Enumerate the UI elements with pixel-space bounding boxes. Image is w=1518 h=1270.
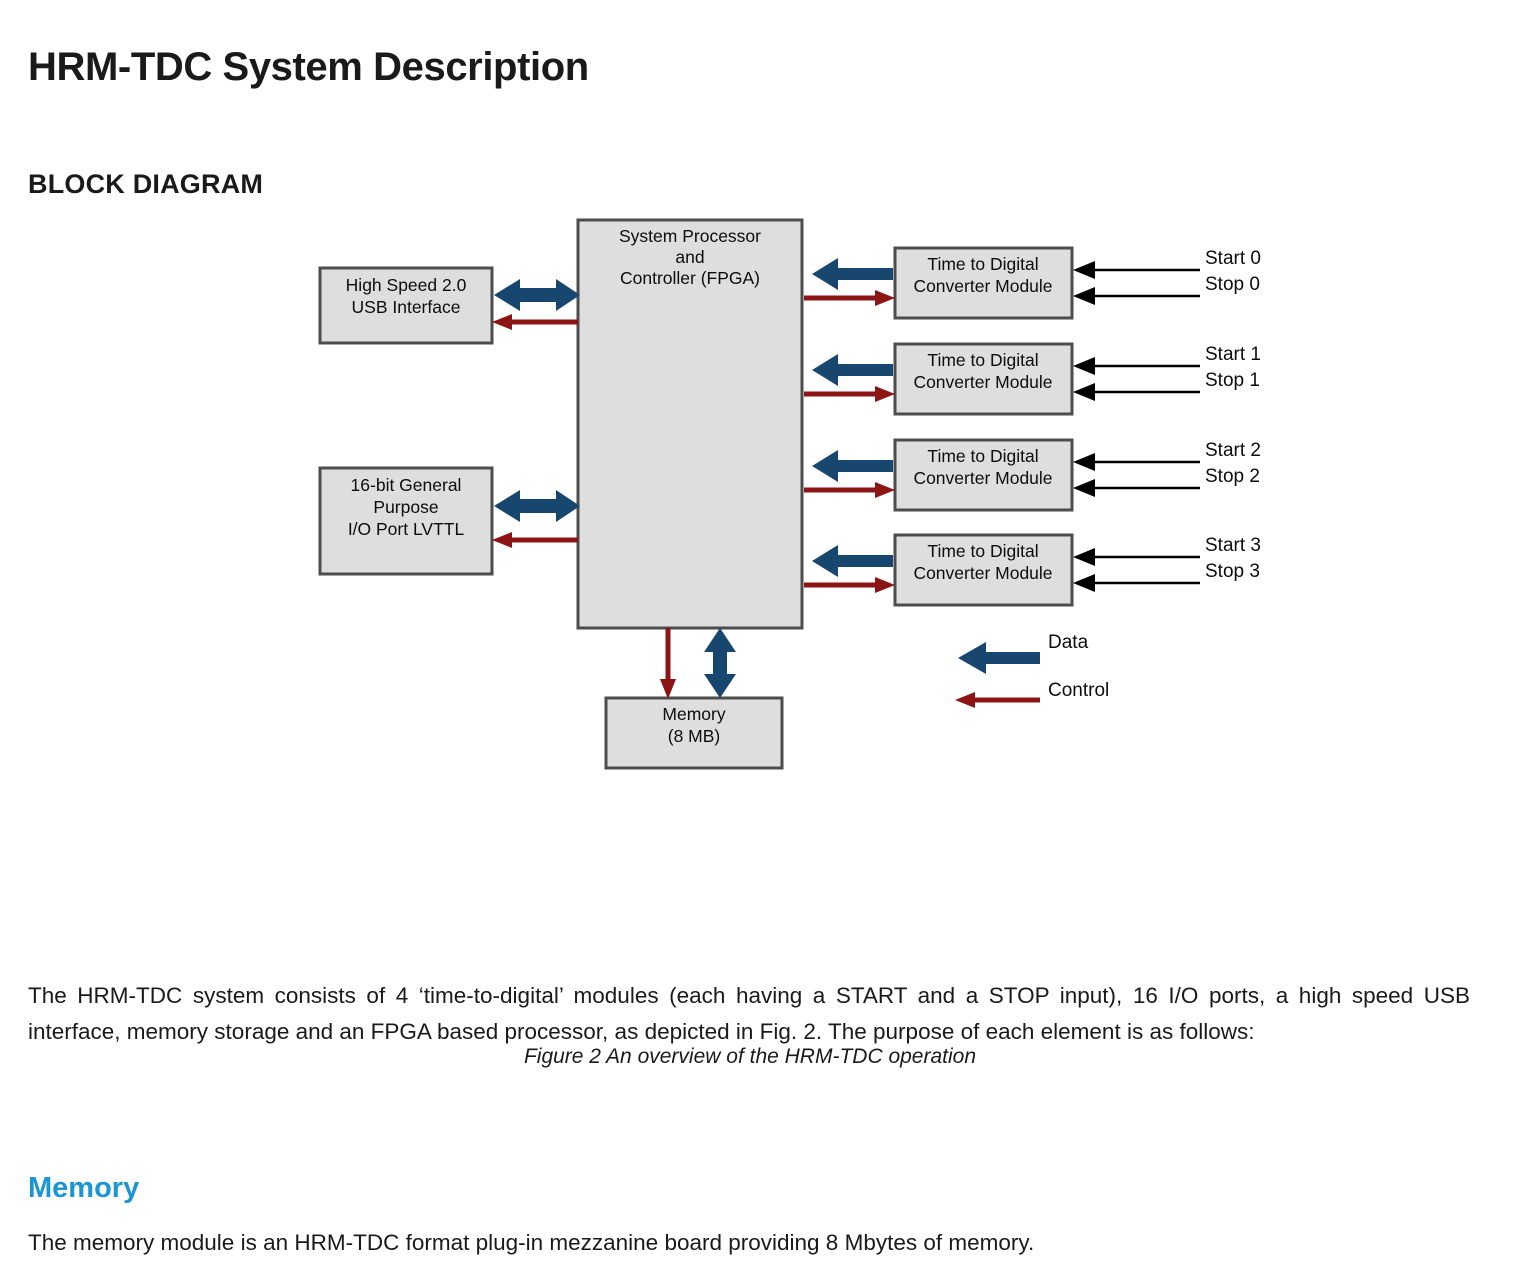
block-tdc-0: Time to Digital Converter Module	[893, 246, 1074, 320]
block-fpga: System Processor and Controller (FPGA)	[576, 218, 804, 630]
block-io-line1: 16-bit General	[351, 475, 462, 495]
signal-start-1-label: Start 1	[1205, 344, 1261, 365]
block-tdc-0-line2: Converter Module	[913, 276, 1052, 296]
block-tdc-1-line1: Time to Digital	[927, 350, 1038, 370]
arrow-tdc-1-data	[812, 354, 893, 386]
arrow-usb-control	[492, 314, 578, 330]
section-heading-block-diagram: BLOCK DIAGRAM	[28, 169, 264, 200]
arrow-tdc-0-control	[804, 290, 895, 306]
intro-paragraph: The HRM-TDC system consists of 4 ‘time-t…	[28, 982, 1470, 1044]
legend-data-label: Data	[1048, 632, 1089, 653]
signal-start-0-label: Start 0	[1205, 248, 1261, 269]
block-usb-line1: High Speed 2.0	[346, 275, 467, 295]
legend-control: Control	[955, 680, 1109, 708]
legend-data: Data	[958, 632, 1089, 674]
block-io-line3: I/O Port LVTTL	[348, 519, 465, 539]
subheading-memory: Memory	[28, 1172, 140, 1204]
signal-stop-1-label: Stop 1	[1205, 370, 1260, 391]
arrow-usb-data-bidirectional	[494, 279, 580, 311]
block-tdc-0-line1: Time to Digital	[927, 254, 1038, 274]
document-page: HRM-TDC System Description BLOCK DIAGRAM…	[0, 0, 1518, 1270]
signal-stop-0: Stop 0	[1073, 274, 1260, 305]
memory-paragraph: The memory module is an HRM-TDC format p…	[28, 1229, 1035, 1255]
signal-start-2-label: Start 2	[1205, 440, 1261, 461]
block-fpga-line3: Controller (FPGA)	[620, 268, 760, 288]
block-usb-line2: USB Interface	[352, 297, 461, 317]
legend-control-label: Control	[1048, 680, 1109, 701]
block-fpga-line1: System Processor	[619, 226, 761, 246]
page-title: HRM-TDC System Description	[28, 44, 589, 89]
signal-stop-2-label: Stop 2	[1205, 466, 1260, 487]
signal-stop-1: Stop 1	[1073, 370, 1260, 401]
signal-stop-2: Stop 2	[1073, 466, 1260, 497]
block-usb-interface: High Speed 2.0 USB Interface	[318, 266, 494, 345]
block-memory-line1: Memory	[662, 704, 725, 724]
block-memory-line2: (8 MB)	[668, 726, 721, 746]
arrow-tdc-2-data	[812, 450, 893, 482]
block-diagram-svg: System Processor and Controller (FPGA) H…	[318, 218, 1261, 770]
arrow-memory-control	[660, 628, 676, 699]
block-diagram-figure: System Processor and Controller (FPGA) H…	[0, 200, 1518, 1068]
arrow-io-data-bidirectional	[494, 490, 580, 522]
block-tdc-1-line2: Converter Module	[913, 372, 1052, 392]
block-tdc-2: Time to Digital Converter Module	[893, 438, 1074, 512]
arrow-tdc-3-data	[812, 545, 893, 577]
block-io-port: 16-bit General Purpose I/O Port LVTTL	[318, 466, 494, 576]
block-tdc-3-line2: Converter Module	[913, 563, 1052, 583]
arrow-memory-data-bidirectional	[704, 628, 736, 698]
signal-stop-3: Stop 3	[1073, 561, 1260, 592]
signal-stop-0-label: Stop 0	[1205, 274, 1260, 295]
block-tdc-1: Time to Digital Converter Module	[893, 342, 1074, 416]
arrow-tdc-1-control	[804, 386, 895, 402]
block-tdc-2-line2: Converter Module	[913, 468, 1052, 488]
signal-start-3-label: Start 3	[1205, 535, 1261, 556]
signal-stop-3-label: Stop 3	[1205, 561, 1260, 582]
arrow-tdc-3-control	[804, 577, 895, 593]
arrow-io-control	[492, 532, 578, 548]
arrow-tdc-0-data	[812, 258, 893, 290]
block-tdc-3: Time to Digital Converter Module	[893, 533, 1074, 607]
block-memory: Memory (8 MB)	[604, 696, 784, 770]
block-io-line2: Purpose	[373, 497, 438, 517]
arrow-tdc-2-control	[804, 482, 895, 498]
block-fpga-line2: and	[675, 247, 704, 267]
block-tdc-2-line1: Time to Digital	[927, 446, 1038, 466]
block-tdc-3-line1: Time to Digital	[927, 541, 1038, 561]
